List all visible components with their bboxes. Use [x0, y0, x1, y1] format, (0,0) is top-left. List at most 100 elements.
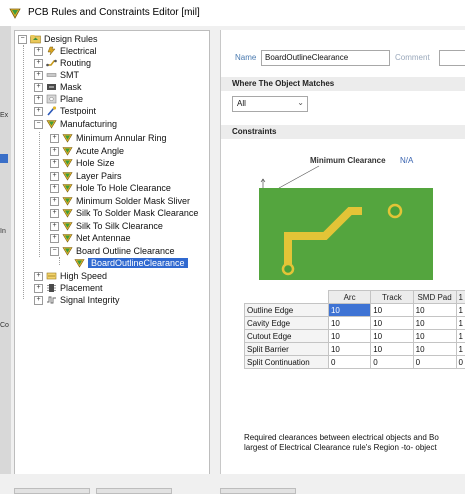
tree-item-rule[interactable]: +Layer Pairs — [50, 170, 122, 182]
row-label: Outline Edge — [245, 304, 329, 317]
rules-tree[interactable]: − Design Rules + Electrical + Routing + … — [14, 30, 210, 476]
comment-field[interactable] — [439, 50, 465, 66]
expand-icon[interactable]: + — [50, 209, 59, 218]
rule-icon — [62, 183, 73, 193]
expand-icon[interactable]: + — [34, 59, 43, 68]
window-title: PCB Rules and Constraints Editor [mil] — [28, 7, 200, 18]
table-cell[interactable]: 10 — [413, 304, 456, 317]
table-cell[interactable]: 10 — [371, 304, 413, 317]
rule-icon — [62, 233, 73, 243]
tree-label: Silk To Solder Mask Clearance — [76, 208, 198, 218]
tree-item-signal-integrity[interactable]: + Signal Integrity — [34, 294, 120, 306]
table-cell[interactable]: 1 — [456, 304, 465, 317]
tree-item-design-rules[interactable]: − Design Rules — [18, 33, 98, 45]
tree-item-electrical[interactable]: + Electrical — [34, 45, 97, 57]
table-cell[interactable]: 10 — [371, 343, 413, 356]
collapse-icon[interactable]: − — [34, 120, 43, 129]
collapse-icon[interactable]: − — [50, 247, 59, 256]
rule-icon — [62, 208, 73, 218]
table-cell[interactable]: 1 — [456, 343, 465, 356]
expand-icon[interactable]: + — [50, 184, 59, 193]
expand-icon[interactable]: + — [34, 107, 43, 116]
tree-item-routing[interactable]: + Routing — [34, 57, 91, 69]
tree-item-testpoint[interactable]: + Testpoint — [34, 105, 96, 117]
column-header: 1 — [456, 291, 465, 304]
footer-button[interactable] — [220, 488, 296, 494]
scope-value: All — [237, 99, 246, 108]
table-cell[interactable]: 10 — [413, 343, 456, 356]
strip-text: Co — [0, 322, 8, 329]
expand-icon[interactable]: + — [50, 172, 59, 181]
tree-item-rule[interactable]: +Hole To Hole Clearance — [50, 182, 171, 194]
expand-icon[interactable]: + — [50, 197, 59, 206]
table-row: Outline Edge 10 10 10 1 — [245, 304, 465, 317]
rule-name-field[interactable]: BoardOutlineClearance — [261, 50, 390, 66]
expand-icon[interactable]: + — [50, 159, 59, 168]
table-cell[interactable]: 0 — [413, 356, 456, 369]
tree-item-plane[interactable]: + Plane — [34, 93, 83, 105]
expand-icon[interactable]: + — [50, 147, 59, 156]
expand-icon[interactable]: + — [50, 222, 59, 231]
footer-button[interactable] — [96, 488, 172, 494]
table-cell[interactable]: 10 — [371, 330, 413, 343]
table-cell[interactable]: 10 — [328, 304, 370, 317]
table-cell[interactable]: 10 — [328, 317, 370, 330]
expand-icon[interactable]: + — [34, 272, 43, 281]
table-cell[interactable]: 10 — [328, 343, 370, 356]
expand-icon[interactable]: + — [50, 234, 59, 243]
table-cell[interactable]: 0 — [328, 356, 370, 369]
strip-text: Ex — [0, 112, 8, 119]
expand-icon[interactable]: + — [50, 134, 59, 143]
tree-item-rule[interactable]: −Board Outline Clearance — [50, 245, 175, 257]
tree-item-mask[interactable]: + Mask — [34, 81, 82, 93]
tree-label: Manufacturing — [60, 119, 117, 129]
chevron-down-icon: ⌄ — [297, 98, 304, 107]
electrical-icon — [46, 46, 57, 56]
rule-icon — [74, 258, 85, 268]
table-cell[interactable]: 0 — [456, 356, 465, 369]
tree-item-rule[interactable]: +Net Antennae — [50, 232, 131, 244]
tree-item-placement[interactable]: + Placement — [34, 282, 103, 294]
table-cell[interactable]: 10 — [413, 330, 456, 343]
tree-label: Plane — [60, 94, 83, 104]
expand-icon[interactable]: + — [34, 47, 43, 56]
rule-icon — [62, 246, 73, 256]
tree-item-rule[interactable]: +Silk To Silk Clearance — [50, 220, 163, 232]
expand-icon[interactable]: + — [34, 71, 43, 80]
tree-item-rule[interactable]: + Silk To Solder Mask Clearance — [50, 207, 198, 219]
table-cell[interactable]: 1 — [456, 317, 465, 330]
strip-highlight — [0, 154, 8, 163]
footer-button[interactable] — [14, 488, 90, 494]
collapse-icon[interactable]: − — [18, 35, 27, 44]
expand-icon[interactable]: + — [34, 83, 43, 92]
tree-item-high-speed[interactable]: + High Speed — [34, 270, 107, 282]
constraints-table: Arc Track SMD Pad 1 Outline Edge 10 10 1… — [244, 290, 465, 369]
tree-item-rule[interactable]: +Acute Angle — [50, 145, 124, 157]
folder-icon — [30, 34, 41, 44]
board-outline-illustration — [247, 158, 437, 283]
rule-icon — [62, 221, 73, 231]
table-cell[interactable]: 10 — [328, 330, 370, 343]
tree-label: Signal Integrity — [60, 295, 120, 305]
tree-item-rule[interactable]: +Minimum Annular Ring — [50, 132, 167, 144]
expand-icon[interactable]: + — [34, 296, 43, 305]
background-window-strip: Ex In Co — [0, 26, 11, 491]
expand-icon[interactable]: + — [34, 284, 43, 293]
tree-item-selected-rule[interactable]: BoardOutlineClearance — [74, 257, 188, 269]
expand-icon[interactable]: + — [34, 95, 43, 104]
table-cell[interactable]: 10 — [413, 317, 456, 330]
rule-icon — [62, 196, 73, 206]
tree-label: Routing — [60, 58, 91, 68]
constraints-header: Constraints — [221, 125, 465, 139]
table-cell[interactable]: 1 — [456, 330, 465, 343]
tree-label: Placement — [60, 283, 103, 293]
table-cell[interactable]: 10 — [371, 317, 413, 330]
tree-item-rule[interactable]: +Hole Size — [50, 157, 115, 169]
rule-icon — [62, 133, 73, 143]
tree-item-smt[interactable]: + SMT — [34, 69, 79, 81]
tree-item-manufacturing[interactable]: − Manufacturing — [34, 118, 117, 130]
placement-icon — [46, 283, 57, 293]
tree-item-rule[interactable]: +Minimum Solder Mask Sliver — [50, 195, 190, 207]
scope-dropdown[interactable]: All ⌄ — [232, 96, 308, 112]
table-cell[interactable]: 0 — [371, 356, 413, 369]
